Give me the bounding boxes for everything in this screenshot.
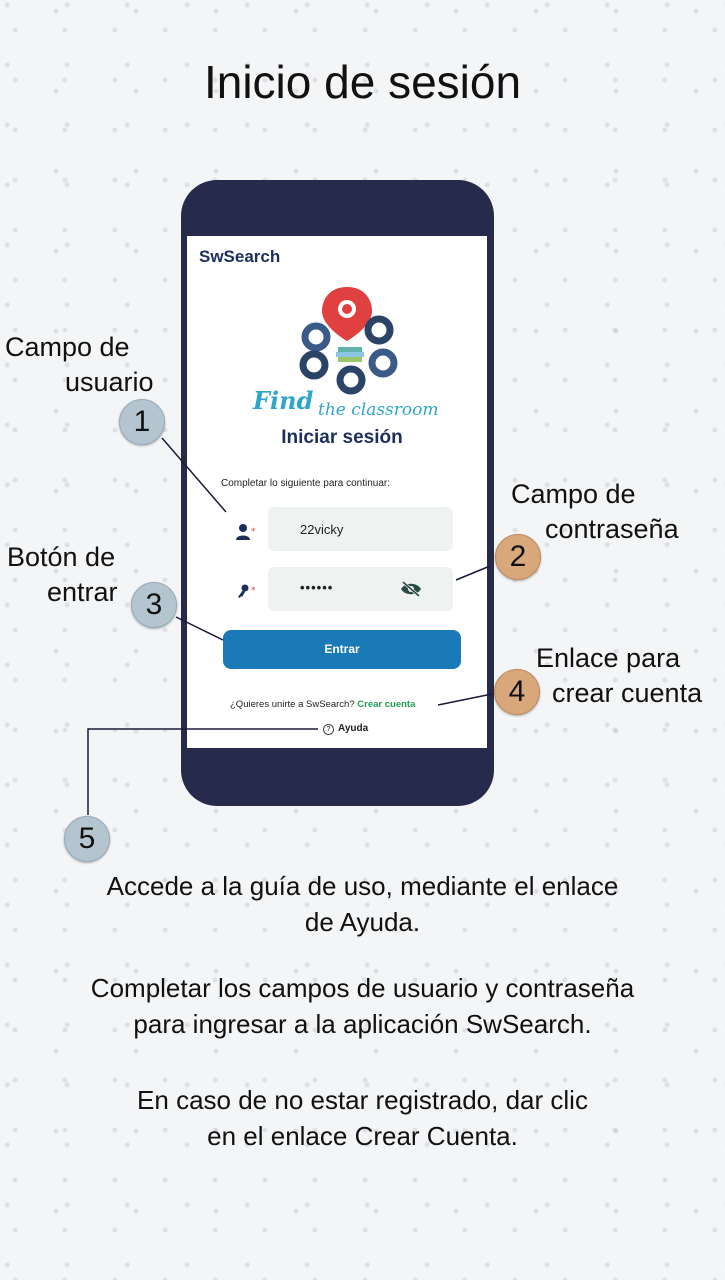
password-field[interactable] <box>268 567 453 611</box>
annotation-3-line-1: Botón de <box>7 542 116 572</box>
annotation-3-line-2: entrar <box>47 577 118 607</box>
annotation-4-line-2: crear cuenta <box>552 678 703 708</box>
annotation-label-enter: Botón de entrar <box>7 540 118 610</box>
username-field[interactable] <box>268 507 453 551</box>
badge-5: 5 <box>64 816 110 862</box>
login-title: Iniciar sesión <box>281 427 403 448</box>
user-icon: * <box>236 524 256 540</box>
badge-4: 4 <box>494 669 540 715</box>
description-1-line-1: Accede a la guía de uso, mediante el enl… <box>106 871 619 901</box>
svg-text:*: * <box>251 527 256 537</box>
page-title: Inicio de sesión <box>203 56 522 108</box>
description-2-line-2: para ingresar a la aplicación SwSearch. <box>133 1009 592 1039</box>
description-3-line-2: en el enlace Crear Cuenta. <box>207 1121 518 1151</box>
description-1-line-2: de Ayuda. <box>304 907 421 937</box>
description-fields: Completar los campos de usuario y contra… <box>0 970 725 1042</box>
badge-3: 3 <box>131 582 177 628</box>
key-icon: * <box>238 584 256 598</box>
description-3-line-1: En caso de no estar registrado, dar clic <box>137 1085 588 1115</box>
help-link[interactable]: ? Ayuda <box>323 723 368 735</box>
join-text: ¿Quieres unirte a SwSearch? Crear cuenta <box>230 699 415 710</box>
create-account-link[interactable]: Crear cuenta <box>357 699 415 710</box>
username-value: 22vicky <box>300 522 344 537</box>
annotation-label-password: Campo de contraseña <box>511 477 679 547</box>
eye-slash-icon[interactable] <box>400 580 422 598</box>
logo-text-find: Find <box>253 386 314 415</box>
password-value: •••••• <box>300 580 334 595</box>
annotation-1-line-1: Campo de <box>5 332 130 362</box>
badge-2: 2 <box>495 534 541 580</box>
logo-text-classroom: the classroom <box>318 400 439 420</box>
description-help: Accede a la guía de uso, mediante el enl… <box>0 868 725 940</box>
annotation-2-line-1: Campo de <box>511 479 636 509</box>
login-button[interactable]: Entrar <box>223 630 461 669</box>
svg-text:*: * <box>251 586 256 596</box>
badge-1: 1 <box>119 399 165 445</box>
description-2-line-1: Completar los campos de usuario y contra… <box>90 973 635 1003</box>
annotation-label-username: Campo de usuario <box>5 330 170 400</box>
annotation-1-line-2: usuario <box>65 367 154 397</box>
instructions-text: Completar lo siguiente para continuar: <box>221 478 390 489</box>
app-name: SwSearch <box>199 247 281 266</box>
annotation-4-line-1: Enlace para <box>536 643 681 673</box>
help-icon: ? <box>323 724 334 735</box>
annotation-label-create-account: Enlace para crear cuenta <box>536 641 702 711</box>
description-register: En caso de no estar registrado, dar clic… <box>0 1082 725 1154</box>
join-prompt: ¿Quieres unirte a SwSearch? <box>230 699 355 710</box>
help-label: Ayuda <box>338 723 369 734</box>
annotation-2-line-2: contraseña <box>545 514 679 544</box>
